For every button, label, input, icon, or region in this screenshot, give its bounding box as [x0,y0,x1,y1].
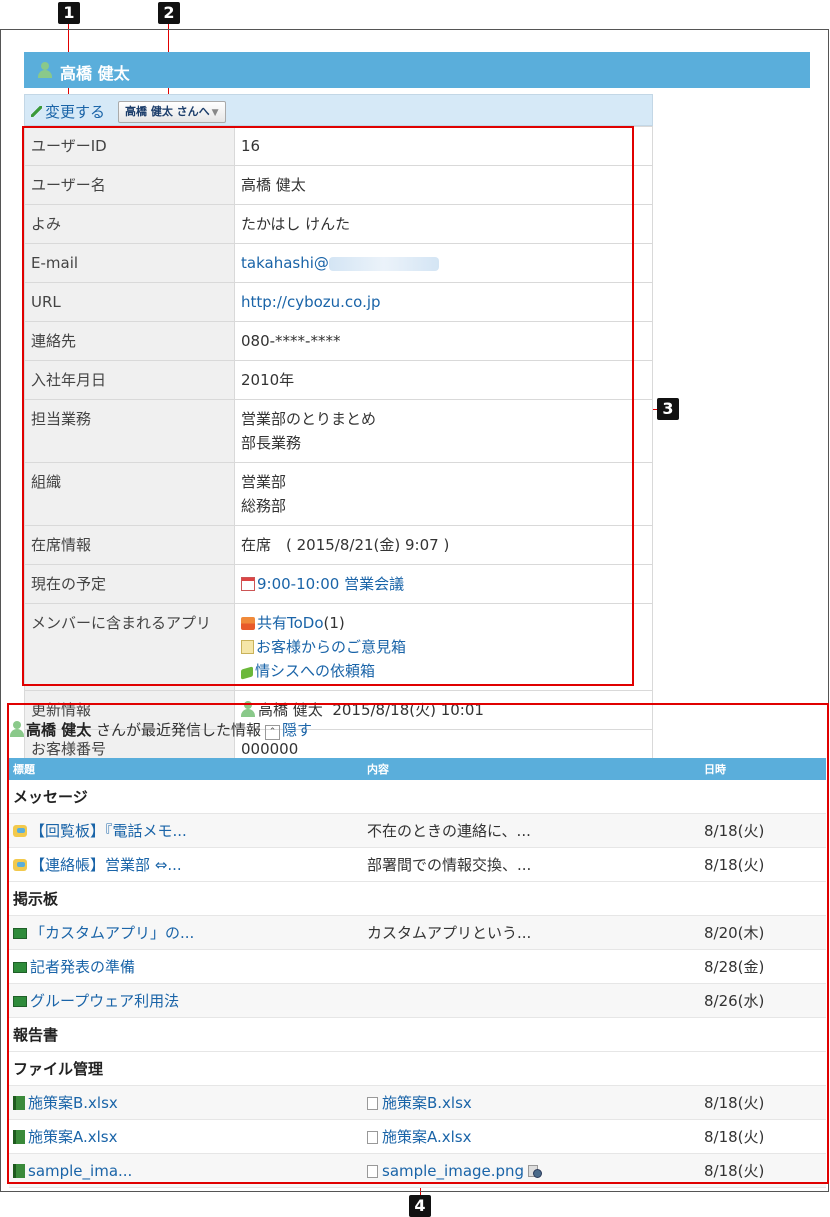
callout-box-4 [7,703,829,1184]
pencil-icon [31,106,42,117]
callout-badge-1: 1 [58,2,80,24]
user-menu-label: 高橋 健太 さんへ [125,105,210,118]
user-menu-button[interactable]: 高橋 健太 さんへ ▼ [118,101,226,123]
edit-link-label: 変更する [45,103,106,121]
edit-link[interactable]: 変更する [31,101,105,122]
caret-down-icon: ▼ [211,108,219,118]
user-title-bar: 高橋 健太 [24,52,810,88]
callout-badge-2: 2 [158,2,180,24]
action-bar: 変更する 高橋 健太 さんへ ▼ [24,94,653,126]
callout-box-3 [22,126,634,686]
callout-badge-4: 4 [409,1195,431,1217]
user-icon [38,62,52,78]
user-name-title: 高橋 健太 [60,64,130,83]
